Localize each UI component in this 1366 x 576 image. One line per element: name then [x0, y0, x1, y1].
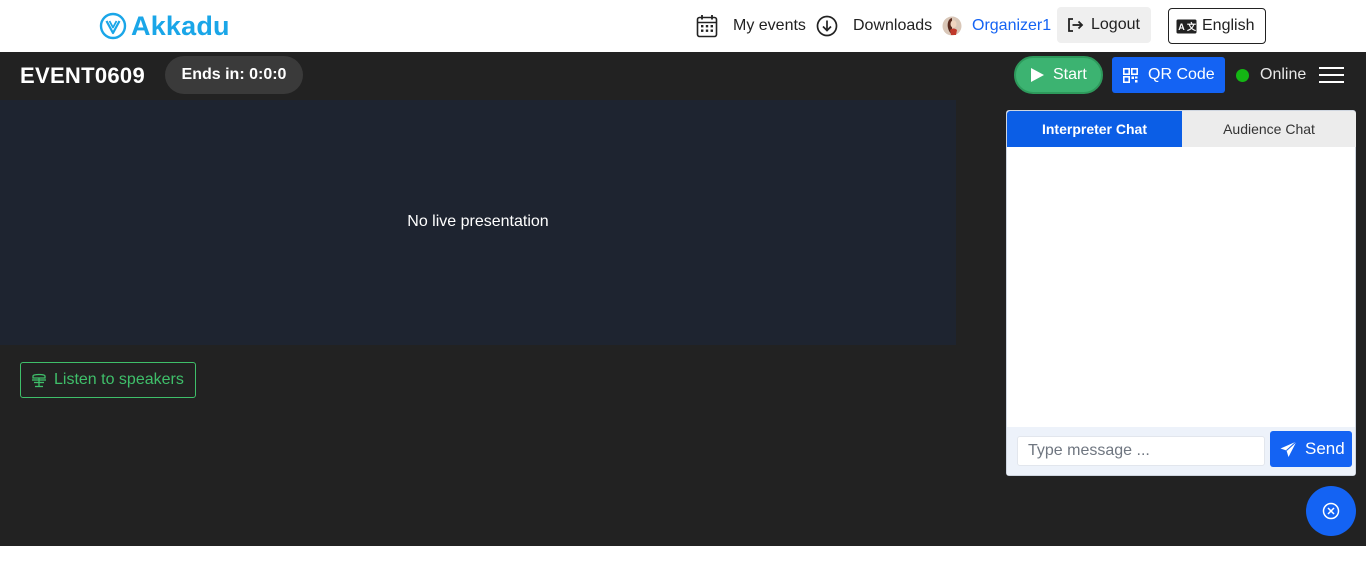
- send-button[interactable]: Send: [1270, 431, 1352, 467]
- presentation-area: No live presentation: [0, 100, 956, 345]
- qr-code-icon: [1123, 67, 1138, 83]
- no-presentation-message: No live presentation: [407, 213, 549, 230]
- tab-interpreter-chat[interactable]: Interpreter Chat: [1007, 111, 1182, 147]
- qr-code-button[interactable]: QR Code: [1112, 57, 1225, 93]
- akkadu-logo-icon: [99, 12, 127, 40]
- nav-my-events[interactable]: My events: [696, 0, 806, 52]
- online-status-dot: [1236, 69, 1249, 82]
- event-toolbar: EVENT0609 Ends in: 0:0:0 Start QR Code O…: [0, 52, 1366, 100]
- nav-downloads[interactable]: Downloads: [816, 0, 932, 52]
- page-footer-strip: [0, 546, 1366, 576]
- top-navbar: Akkadu My events Downloads Organizer1 Lo…: [0, 0, 1366, 52]
- nav-user[interactable]: Organizer1: [942, 0, 1051, 52]
- translate-icon: A 文: [1176, 19, 1197, 33]
- countdown-badge: Ends in: 0:0:0: [165, 56, 303, 94]
- play-icon: [1031, 68, 1044, 82]
- close-circle-icon: [1322, 502, 1340, 520]
- tab-audience-chat[interactable]: Audience Chat: [1182, 111, 1356, 147]
- online-status-label: Online: [1260, 66, 1307, 83]
- user-name: Organizer1: [972, 17, 1052, 34]
- listen-to-speakers-button[interactable]: Listen to speakers: [20, 362, 196, 398]
- svg-text:文: 文: [1186, 21, 1197, 32]
- logout-icon: [1068, 18, 1084, 32]
- chat-composer: Send: [1007, 427, 1355, 475]
- svg-text:A: A: [1178, 22, 1185, 32]
- chat-messages: [1007, 147, 1355, 427]
- message-input[interactable]: [1017, 436, 1265, 466]
- event-title: EVENT0609: [20, 63, 145, 88]
- language-button[interactable]: A 文 English: [1168, 8, 1266, 44]
- logo[interactable]: Akkadu: [99, 11, 230, 41]
- podium-icon: [32, 373, 46, 388]
- avatar: [942, 16, 962, 36]
- paper-plane-icon: [1280, 440, 1297, 457]
- main-stage: No live presentation Listen to speakers: [0, 100, 956, 546]
- logout-button[interactable]: Logout: [1057, 7, 1151, 43]
- start-label: Start: [1053, 66, 1087, 83]
- calendar-icon: [696, 15, 718, 38]
- send-label: Send: [1305, 439, 1345, 458]
- downloads-label: Downloads: [853, 17, 933, 34]
- my-events-label: My events: [733, 17, 806, 34]
- listen-label: Listen to speakers: [54, 371, 184, 388]
- download-icon: [816, 15, 838, 37]
- qr-code-label: QR Code: [1148, 66, 1215, 83]
- language-label: English: [1202, 17, 1255, 34]
- close-chat-button[interactable]: [1306, 486, 1356, 536]
- logout-label: Logout: [1091, 16, 1140, 33]
- start-button[interactable]: Start: [1014, 56, 1103, 94]
- logo-text: Akkadu: [131, 10, 230, 41]
- chat-panel: Interpreter Chat Audience Chat Send: [1006, 110, 1356, 476]
- menu-icon[interactable]: [1319, 65, 1345, 85]
